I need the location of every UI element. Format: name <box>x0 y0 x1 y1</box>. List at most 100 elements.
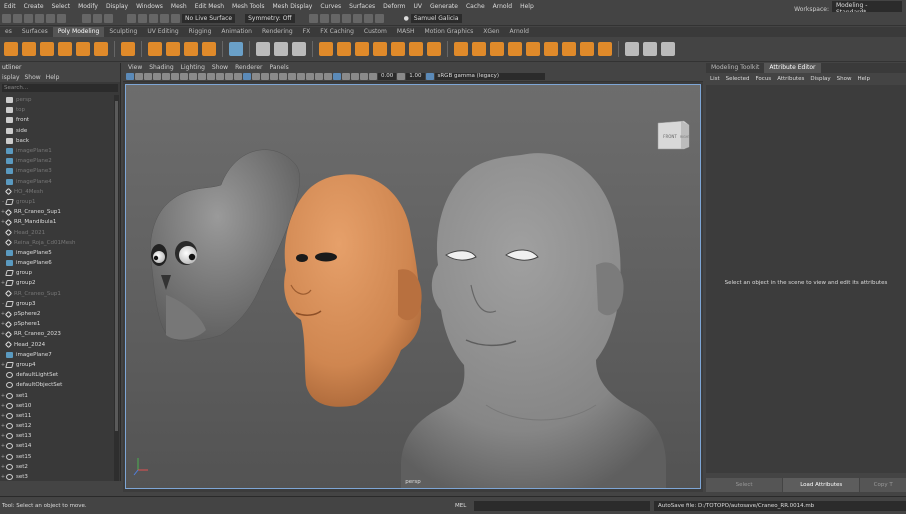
poly-helix-icon[interactable] <box>166 42 180 56</box>
outliner-item[interactable]: + set14 <box>0 441 114 451</box>
outliner-item[interactable]: defaultLightSet <box>0 370 114 380</box>
outliner-item[interactable]: + pSphere2 <box>0 309 114 319</box>
menu-deform[interactable]: Deform <box>379 3 409 10</box>
outliner-item[interactable]: + set15 <box>0 452 114 462</box>
boolean-intersection-icon[interactable] <box>391 42 405 56</box>
resolution-gate-icon[interactable] <box>198 73 206 80</box>
bevel-icon[interactable] <box>490 42 504 56</box>
attr-menu-display[interactable]: Display <box>810 76 830 82</box>
user-account[interactable]: ● Samuel Galicia <box>402 14 464 23</box>
outliner-item[interactable]: + RR_Craneo_2023 <box>0 329 114 339</box>
grid-toggle-icon[interactable] <box>180 73 188 80</box>
poly-type-icon[interactable] <box>184 42 198 56</box>
outliner-item[interactable]: Head_2024 <box>0 340 114 350</box>
motion-blur-icon[interactable] <box>306 73 314 80</box>
append-to-polygon-icon[interactable] <box>526 42 540 56</box>
shelf-tab-fx-caching[interactable]: FX Caching <box>315 27 359 37</box>
gamma-field[interactable]: 1.00 <box>406 73 425 80</box>
shadows-icon[interactable] <box>288 73 296 80</box>
multi-cut-icon[interactable] <box>625 42 639 56</box>
snap-grid-icon[interactable] <box>127 14 136 23</box>
shelf-tab-xgen[interactable]: XGen <box>478 27 504 37</box>
outliner-item[interactable]: Reina_Roja_Cd01Mesh <box>0 238 114 248</box>
outliner-item[interactable]: + pSphere1 <box>0 319 114 329</box>
ambient-occlusion-icon[interactable] <box>297 73 305 80</box>
outliner-scrollbar-thumb[interactable] <box>115 101 118 431</box>
color-space-dropdown[interactable]: sRGB gamma (legacy) <box>434 73 545 80</box>
poly-plane-icon[interactable] <box>76 42 90 56</box>
shelf-tab-motion-graphics[interactable]: Motion Graphics <box>420 27 479 37</box>
shelf-tab-arnold[interactable]: Arnold <box>505 27 534 37</box>
menu-windows[interactable]: Windows <box>132 3 167 10</box>
outliner-item[interactable]: imagePlane3 <box>0 166 114 176</box>
poly-sphere-icon[interactable] <box>4 42 18 56</box>
mirror-icon[interactable] <box>292 42 306 56</box>
orange-head-model[interactable] <box>284 174 422 407</box>
outliner-item[interactable]: HO_4Mesh <box>0 187 114 197</box>
2d-pan-zoom-icon[interactable] <box>162 73 170 80</box>
poke-icon[interactable] <box>580 42 594 56</box>
outliner-item[interactable]: imagePlane1 <box>0 146 114 156</box>
live-surface-field[interactable]: No Live Surface <box>182 14 236 23</box>
outliner-item[interactable]: Head_2021 <box>0 227 114 237</box>
extrude-icon[interactable] <box>454 42 468 56</box>
attr-menu-focus[interactable]: Focus <box>755 76 771 82</box>
3d-viewport[interactable]: FRONT RIGHT persp <box>125 84 701 489</box>
menu-mesh-tools[interactable]: Mesh Tools <box>228 3 268 10</box>
outliner-item[interactable]: + set1 <box>0 390 114 400</box>
select-camera-icon[interactable] <box>126 73 134 80</box>
menu-surfaces[interactable]: Surfaces <box>345 3 379 10</box>
pause-icon[interactable] <box>374 14 384 23</box>
shelf-tab-uv-editing[interactable]: UV Editing <box>142 27 183 37</box>
film-gate-icon[interactable] <box>189 73 197 80</box>
menu-mesh-display[interactable]: Mesh Display <box>269 3 317 10</box>
field-chart-icon[interactable] <box>216 73 224 80</box>
select-by-hierarchy-icon[interactable] <box>82 14 91 23</box>
outliner-scrollbar[interactable] <box>114 95 119 481</box>
outliner-item[interactable]: + group2 <box>0 278 114 288</box>
mel-label[interactable]: MEL <box>450 503 474 509</box>
save-scene-icon[interactable] <box>35 14 44 23</box>
retopologize-icon[interactable] <box>427 42 441 56</box>
menu-modify[interactable]: Modify <box>74 3 102 10</box>
outliner-item[interactable]: imagePlane2 <box>0 156 114 166</box>
outliner-item[interactable]: front <box>0 115 114 125</box>
open-scene-icon[interactable] <box>24 14 33 23</box>
smooth-shade-icon[interactable] <box>252 73 260 80</box>
shelf-tab-animation[interactable]: Animation <box>216 27 257 37</box>
render-settings-icon[interactable] <box>341 14 351 23</box>
menu-help[interactable]: Help <box>516 3 538 10</box>
render-frame-icon[interactable] <box>319 14 329 23</box>
use-all-lights-icon[interactable] <box>279 73 287 80</box>
shelf-tab-custom[interactable]: Custom <box>359 27 392 37</box>
svg-icon[interactable] <box>202 42 216 56</box>
safe-title-icon[interactable] <box>234 73 242 80</box>
separate-icon[interactable] <box>274 42 288 56</box>
exposure-field[interactable]: 0.00 <box>378 73 397 80</box>
outliner-item[interactable]: + set2 <box>0 462 114 472</box>
viewport-menu-shading[interactable]: Shading <box>149 64 173 71</box>
render-view-icon[interactable] <box>308 14 318 23</box>
poly-cube-icon[interactable] <box>22 42 36 56</box>
poly-star-icon[interactable] <box>148 42 162 56</box>
undo-icon[interactable] <box>46 14 55 23</box>
outliner-item[interactable]: RR_Craneo_Sup1 <box>0 289 114 299</box>
outliner-item[interactable]: - group3 <box>0 299 114 309</box>
view-transform-icon[interactable] <box>425 73 434 80</box>
shelf-tab-rigging[interactable]: Rigging <box>184 27 217 37</box>
attr-menu-help[interactable]: Help <box>857 76 870 82</box>
load-attributes-button[interactable]: Load Attributes <box>783 478 860 492</box>
reduce-icon[interactable] <box>337 42 351 56</box>
wedge-icon[interactable] <box>598 42 612 56</box>
bridge-icon[interactable] <box>472 42 486 56</box>
outliner-item[interactable]: imagePlane4 <box>0 177 114 187</box>
outliner-item[interactable]: + set11 <box>0 411 114 421</box>
outliner-item[interactable]: + RR_Craneo_Sup1 <box>0 207 114 217</box>
viewport-menu-show[interactable]: Show <box>212 64 228 71</box>
tab-attribute-editor[interactable]: Attribute Editor <box>764 63 821 73</box>
menu-edit-mesh[interactable]: Edit Mesh <box>191 3 228 10</box>
outliner-item[interactable]: - group1 <box>0 197 114 207</box>
isolate-select-icon[interactable] <box>333 73 341 80</box>
shelf-tab-sculpting[interactable]: Sculpting <box>104 27 142 37</box>
depth-of-field-icon[interactable] <box>324 73 332 80</box>
